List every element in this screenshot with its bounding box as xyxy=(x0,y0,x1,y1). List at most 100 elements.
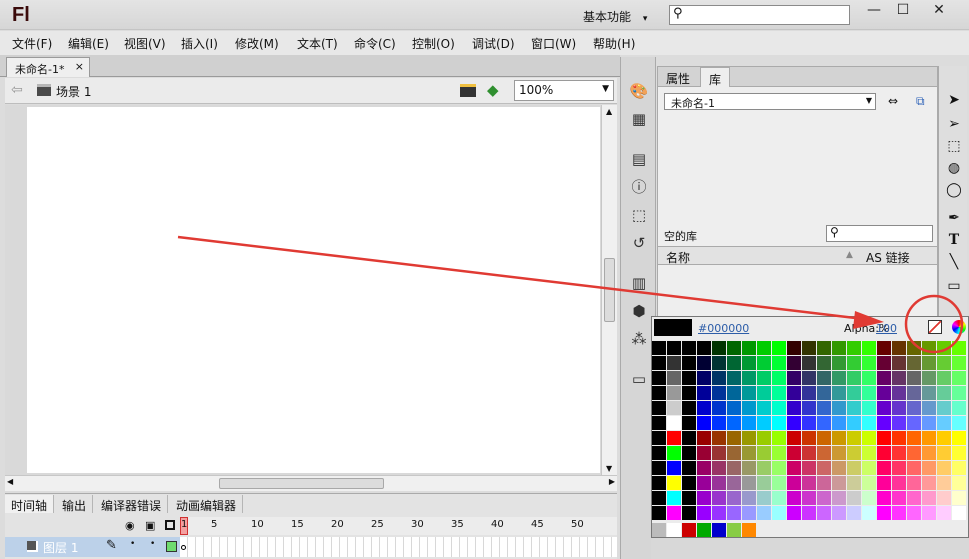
swatch-cell[interactable] xyxy=(907,356,921,370)
document-tab[interactable]: 未命名-1* × xyxy=(6,57,90,77)
menu-control[interactable]: 控制(O) xyxy=(412,35,455,52)
minimize-button[interactable]: — xyxy=(859,1,889,21)
swatch-cell[interactable] xyxy=(907,476,921,490)
swatch-cell[interactable] xyxy=(892,371,906,385)
swatch-cell[interactable] xyxy=(832,386,846,400)
swatch-cell[interactable] xyxy=(922,461,936,475)
swatch-cell[interactable] xyxy=(757,506,771,520)
palette-icon[interactable]: 🎨 xyxy=(629,81,649,101)
swatch-cell[interactable] xyxy=(892,416,906,430)
gradient-swatch[interactable] xyxy=(727,523,741,537)
swatch-cell[interactable] xyxy=(712,386,726,400)
swatch-cell[interactable] xyxy=(667,356,681,370)
swatch-grid[interactable] xyxy=(652,341,968,545)
swatch-cell[interactable] xyxy=(772,416,786,430)
swatch-cell[interactable] xyxy=(682,491,696,505)
swatch-cell[interactable] xyxy=(892,386,906,400)
swatch-cell[interactable] xyxy=(772,506,786,520)
swatch-cell[interactable] xyxy=(667,506,681,520)
menu-commands[interactable]: 命令(C) xyxy=(354,35,396,52)
swatch-cell[interactable] xyxy=(802,446,816,460)
swatch-cell[interactable] xyxy=(877,401,891,415)
outline-icon[interactable] xyxy=(165,520,175,530)
swatch-cell[interactable] xyxy=(877,461,891,475)
swatch-cell[interactable] xyxy=(772,476,786,490)
swatch-cell[interactable] xyxy=(907,461,921,475)
scroll-down-icon[interactable]: ▼ xyxy=(606,464,612,473)
eye-icon[interactable]: ◉ xyxy=(125,519,135,532)
scroll-up-icon[interactable]: ▲ xyxy=(606,107,612,116)
swatch-cell[interactable] xyxy=(832,431,846,445)
gradient-swatch[interactable] xyxy=(742,523,756,537)
tab-timeline[interactable]: 时间轴 xyxy=(5,495,55,513)
swatch-cell[interactable] xyxy=(667,401,681,415)
swatch-cell[interactable] xyxy=(832,476,846,490)
swatch-cell[interactable] xyxy=(892,446,906,460)
swatch-cell[interactable] xyxy=(952,356,966,370)
swatch-cell[interactable] xyxy=(652,401,666,415)
swatch-cell[interactable] xyxy=(757,371,771,385)
swatch-cell[interactable] xyxy=(772,401,786,415)
swatch-cell[interactable] xyxy=(817,401,831,415)
swatch-cell[interactable] xyxy=(652,461,666,475)
color-wheel-icon[interactable] xyxy=(952,320,966,334)
swatch-cell[interactable] xyxy=(697,506,711,520)
menu-help[interactable]: 帮助(H) xyxy=(593,35,635,52)
swatch-cell[interactable] xyxy=(697,371,711,385)
swatch-cell[interactable] xyxy=(817,371,831,385)
col-name[interactable]: 名称 xyxy=(666,249,690,266)
swatch-cell[interactable] xyxy=(772,341,786,355)
swatch-cell[interactable] xyxy=(802,416,816,430)
swatch-cell[interactable] xyxy=(937,506,951,520)
swatch-cell[interactable] xyxy=(877,446,891,460)
swatch-cell[interactable] xyxy=(682,356,696,370)
swatch-cell[interactable] xyxy=(877,476,891,490)
swatch-cell[interactable] xyxy=(742,506,756,520)
help-search-input[interactable]: ⚲ xyxy=(669,5,850,25)
swatch-cell[interactable] xyxy=(847,401,861,415)
swatch-cell[interactable] xyxy=(712,476,726,490)
swatch-cell[interactable] xyxy=(682,506,696,520)
swatch-cell[interactable] xyxy=(937,386,951,400)
swatch-cell[interactable] xyxy=(667,476,681,490)
swatch-cell[interactable] xyxy=(787,446,801,460)
swatch-cell[interactable] xyxy=(757,461,771,475)
swatch-cell[interactable] xyxy=(652,491,666,505)
rectangle-tool-icon[interactable]: ▭ xyxy=(944,276,964,296)
scroll-thumb[interactable] xyxy=(604,258,615,322)
swatch-cell[interactable] xyxy=(727,416,741,430)
swatch-cell[interactable] xyxy=(832,446,846,460)
swatch-cell[interactable] xyxy=(787,356,801,370)
swatch-cell[interactable] xyxy=(727,476,741,490)
swatch-cell[interactable] xyxy=(742,431,756,445)
workspace-switcher[interactable]: 基本功能 ▾ xyxy=(583,8,647,25)
swatch-cell[interactable] xyxy=(727,341,741,355)
swatch-cell[interactable] xyxy=(952,401,966,415)
swatch-cell[interactable] xyxy=(922,341,936,355)
swatch-cell[interactable] xyxy=(937,446,951,460)
swatch-cell[interactable] xyxy=(757,386,771,400)
swatch-cell[interactable] xyxy=(682,446,696,460)
frame-cells[interactable] xyxy=(180,537,617,557)
swatch-cell[interactable] xyxy=(922,506,936,520)
swatch-cell[interactable] xyxy=(742,491,756,505)
menu-modify[interactable]: 修改(M) xyxy=(235,35,279,52)
swatch-cell[interactable] xyxy=(847,461,861,475)
edit-symbols-icon[interactable] xyxy=(460,84,476,97)
new-library-icon[interactable]: ⧉ xyxy=(916,94,925,109)
subselection-tool-icon[interactable]: ➢ xyxy=(944,114,964,134)
swatch-cell[interactable] xyxy=(712,401,726,415)
swatch-cell[interactable] xyxy=(802,431,816,445)
swatch-cell[interactable] xyxy=(697,416,711,430)
swatch-cell[interactable] xyxy=(757,401,771,415)
gradient-swatch[interactable] xyxy=(682,523,696,537)
swatch-cell[interactable] xyxy=(802,491,816,505)
swatch-cell[interactable] xyxy=(697,461,711,475)
swatch-cell[interactable] xyxy=(712,506,726,520)
swatch-cell[interactable] xyxy=(937,431,951,445)
swatch-cell[interactable] xyxy=(667,416,681,430)
alpha-value[interactable]: 100 xyxy=(876,322,897,335)
swatch-cell[interactable] xyxy=(922,356,936,370)
swatch-cell[interactable] xyxy=(712,461,726,475)
swatch-cell[interactable] xyxy=(787,431,801,445)
